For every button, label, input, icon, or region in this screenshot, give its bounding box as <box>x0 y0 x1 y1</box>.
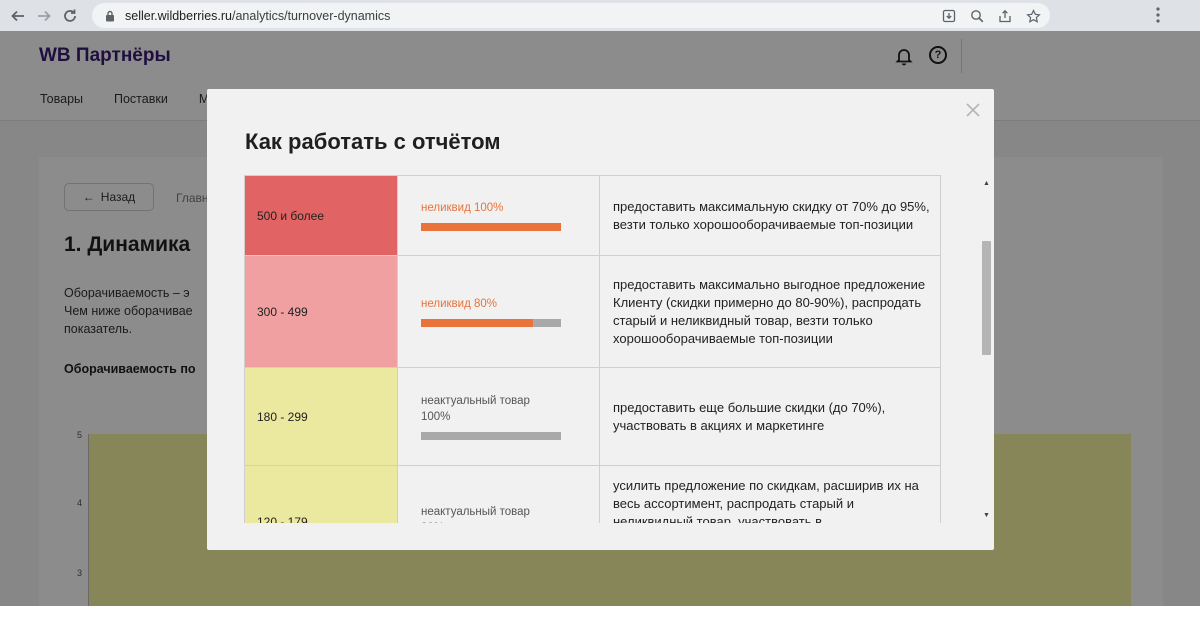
status-cell: неактуальный товар 100% <box>397 367 600 466</box>
advice-cell: предоставить максимально выгодное предло… <box>599 255 941 368</box>
zoom-icon[interactable] <box>968 7 986 25</box>
back-arrow-icon[interactable] <box>5 4 31 28</box>
advice-cell: предоставить еще большие скидки (до 70%)… <box>599 367 941 466</box>
status-label: неактуальный товар 100% <box>421 395 530 423</box>
status-progress-fill <box>421 319 533 327</box>
browser-menu-icon[interactable] <box>1152 5 1164 25</box>
help-modal: Как работать с отчётом 500 и более неликв… <box>207 89 994 550</box>
turnover-range-cell: 180 - 299 <box>244 367 398 466</box>
table-row: 300 - 499 неликвид 80% предоставить максим… <box>244 255 941 368</box>
address-bar[interactable]: seller.wildberries.ru/analytics/turnover… <box>92 3 1050 28</box>
browser-toolbar: seller.wildberries.ru/analytics/turnover… <box>0 0 1200 31</box>
advice-cell: предоставить максимальную скидку от 70% … <box>599 175 941 256</box>
table-row: 120 - 179 неактуальный товар 80% усилить п… <box>244 465 941 523</box>
status-progress-bar <box>421 432 561 440</box>
modal-title: Как работать с отчётом <box>245 129 501 154</box>
status-cell: неликвид 100% <box>397 175 600 256</box>
status-progress-bar <box>421 223 561 231</box>
status-label: неликвид 100% <box>421 202 504 214</box>
status-label: неликвид 80% <box>421 298 497 310</box>
status-progress-bar <box>421 319 561 327</box>
forward-arrow-icon[interactable] <box>31 4 57 28</box>
modal-scrollbar[interactable]: ▲ ▼ <box>980 175 993 523</box>
share-icon[interactable] <box>996 7 1014 25</box>
close-icon[interactable] <box>964 101 982 119</box>
status-progress-fill <box>421 223 561 231</box>
status-label: неактуальный товар 80% <box>421 506 530 523</box>
turnover-range-cell: 120 - 179 <box>244 465 398 523</box>
status-cell: неликвид 80% <box>397 255 600 368</box>
table-row: 500 и более неликвид 100% предоставить мак… <box>244 175 941 256</box>
install-app-icon[interactable] <box>940 7 958 25</box>
scroll-thumb[interactable] <box>982 241 991 355</box>
turnover-range-cell: 500 и более <box>244 175 398 256</box>
reload-icon[interactable] <box>57 4 83 28</box>
advice-cell: усилить предложение по скидкам, расширив… <box>599 465 941 523</box>
scroll-down-arrow-icon[interactable]: ▼ <box>980 509 993 521</box>
bookmark-star-icon[interactable] <box>1024 7 1042 25</box>
turnover-table: 500 и более неликвид 100% предоставить мак… <box>244 175 941 523</box>
table-row: 180 - 299 неактуальный товар 100% предоста… <box>244 367 941 466</box>
scroll-up-arrow-icon[interactable]: ▲ <box>980 177 993 189</box>
url-text: seller.wildberries.ru/analytics/turnover… <box>125 8 391 23</box>
status-cell: неактуальный товар 80% <box>397 465 600 523</box>
turnover-range-cell: 300 - 499 <box>244 255 398 368</box>
lock-icon <box>103 9 117 23</box>
